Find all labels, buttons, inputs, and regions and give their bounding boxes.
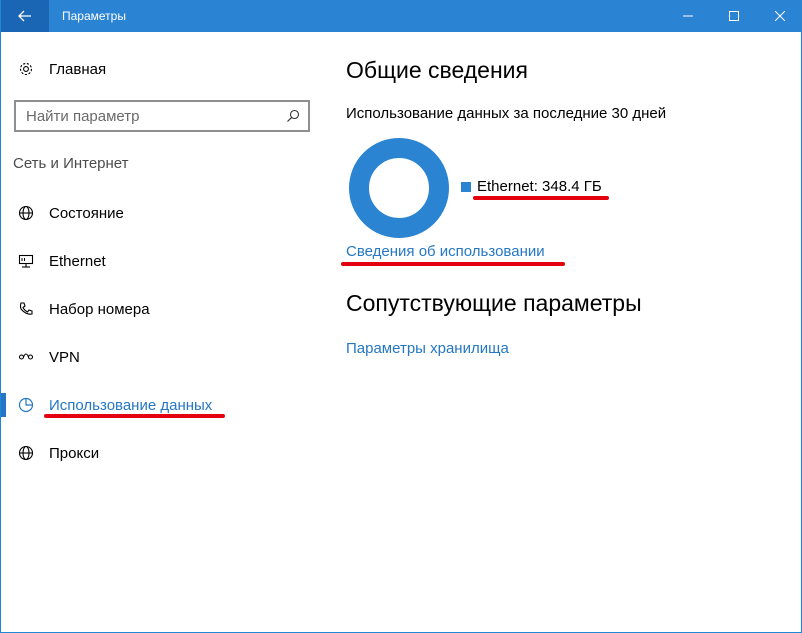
annotation-underline: [44, 414, 225, 418]
usage-subtitle: Использование данных за последние 30 дне…: [346, 105, 667, 122]
section-label: Сеть и Интернет: [13, 155, 129, 172]
ethernet-icon: [17, 252, 35, 270]
search-box[interactable]: [14, 100, 310, 132]
donut-slice-ethernet: [349, 138, 449, 238]
related-settings-title: Сопутствующие параметры: [346, 290, 642, 316]
proxy-globe-icon: [17, 444, 35, 462]
back-arrow-icon: [18, 10, 31, 22]
close-button[interactable]: [757, 0, 802, 32]
back-button[interactable]: [1, 0, 49, 32]
dialup-icon: [17, 300, 35, 318]
sidebar-item-data-usage[interactable]: Использование данных: [1, 385, 321, 425]
globe-icon: [17, 204, 35, 222]
sidebar-item-ethernet[interactable]: Ethernet: [1, 241, 321, 281]
active-indicator: [1, 393, 6, 417]
sidebar-item-label: Набор номера: [49, 300, 150, 318]
usage-details-link[interactable]: Сведения об использовании: [346, 243, 545, 260]
legend-label: Ethernet: 348.4 ГБ: [477, 178, 602, 195]
annotation-underline: [473, 196, 609, 200]
usage-donut-chart: [349, 138, 449, 238]
sidebar-item-vpn[interactable]: VPN: [1, 337, 321, 377]
data-usage-icon: [17, 396, 35, 414]
gear-icon: [17, 60, 35, 78]
sidebar-home-label: Главная: [49, 60, 107, 78]
vpn-icon: [17, 348, 35, 366]
sidebar-item-label: Ethernet: [49, 252, 106, 270]
sidebar-item-label: Состояние: [49, 204, 124, 222]
storage-settings-link[interactable]: Параметры хранилища: [346, 340, 509, 357]
settings-window: Параметры Главная Найти параметр Сеть и …: [0, 0, 802, 633]
annotation-underline: [341, 262, 565, 266]
sidebar-item-dialup[interactable]: Набор номера: [1, 289, 321, 329]
maximize-icon: [729, 11, 739, 21]
window-title: Параметры: [62, 9, 126, 23]
sidebar-item-label: Прокси: [49, 444, 100, 462]
maximize-button[interactable]: [711, 0, 757, 32]
search-input[interactable]: [26, 106, 276, 126]
close-icon: [775, 11, 785, 21]
minimize-button[interactable]: [665, 0, 711, 32]
sidebar-item-status[interactable]: Состояние: [1, 193, 321, 233]
search-icon[interactable]: [286, 109, 300, 123]
sidebar-item-home[interactable]: Главная: [1, 49, 321, 89]
sidebar-item-proxy[interactable]: Прокси: [1, 433, 321, 473]
page-title: Общие сведения: [346, 57, 528, 83]
title-bar: Параметры: [1, 0, 802, 32]
sidebar-item-label: Использование данных: [49, 396, 213, 414]
minimize-icon: [683, 15, 693, 17]
sidebar-item-label: VPN: [49, 348, 80, 366]
legend-swatch: [461, 181, 471, 192]
chart-legend: Ethernet: 348.4 ГБ: [461, 178, 602, 195]
